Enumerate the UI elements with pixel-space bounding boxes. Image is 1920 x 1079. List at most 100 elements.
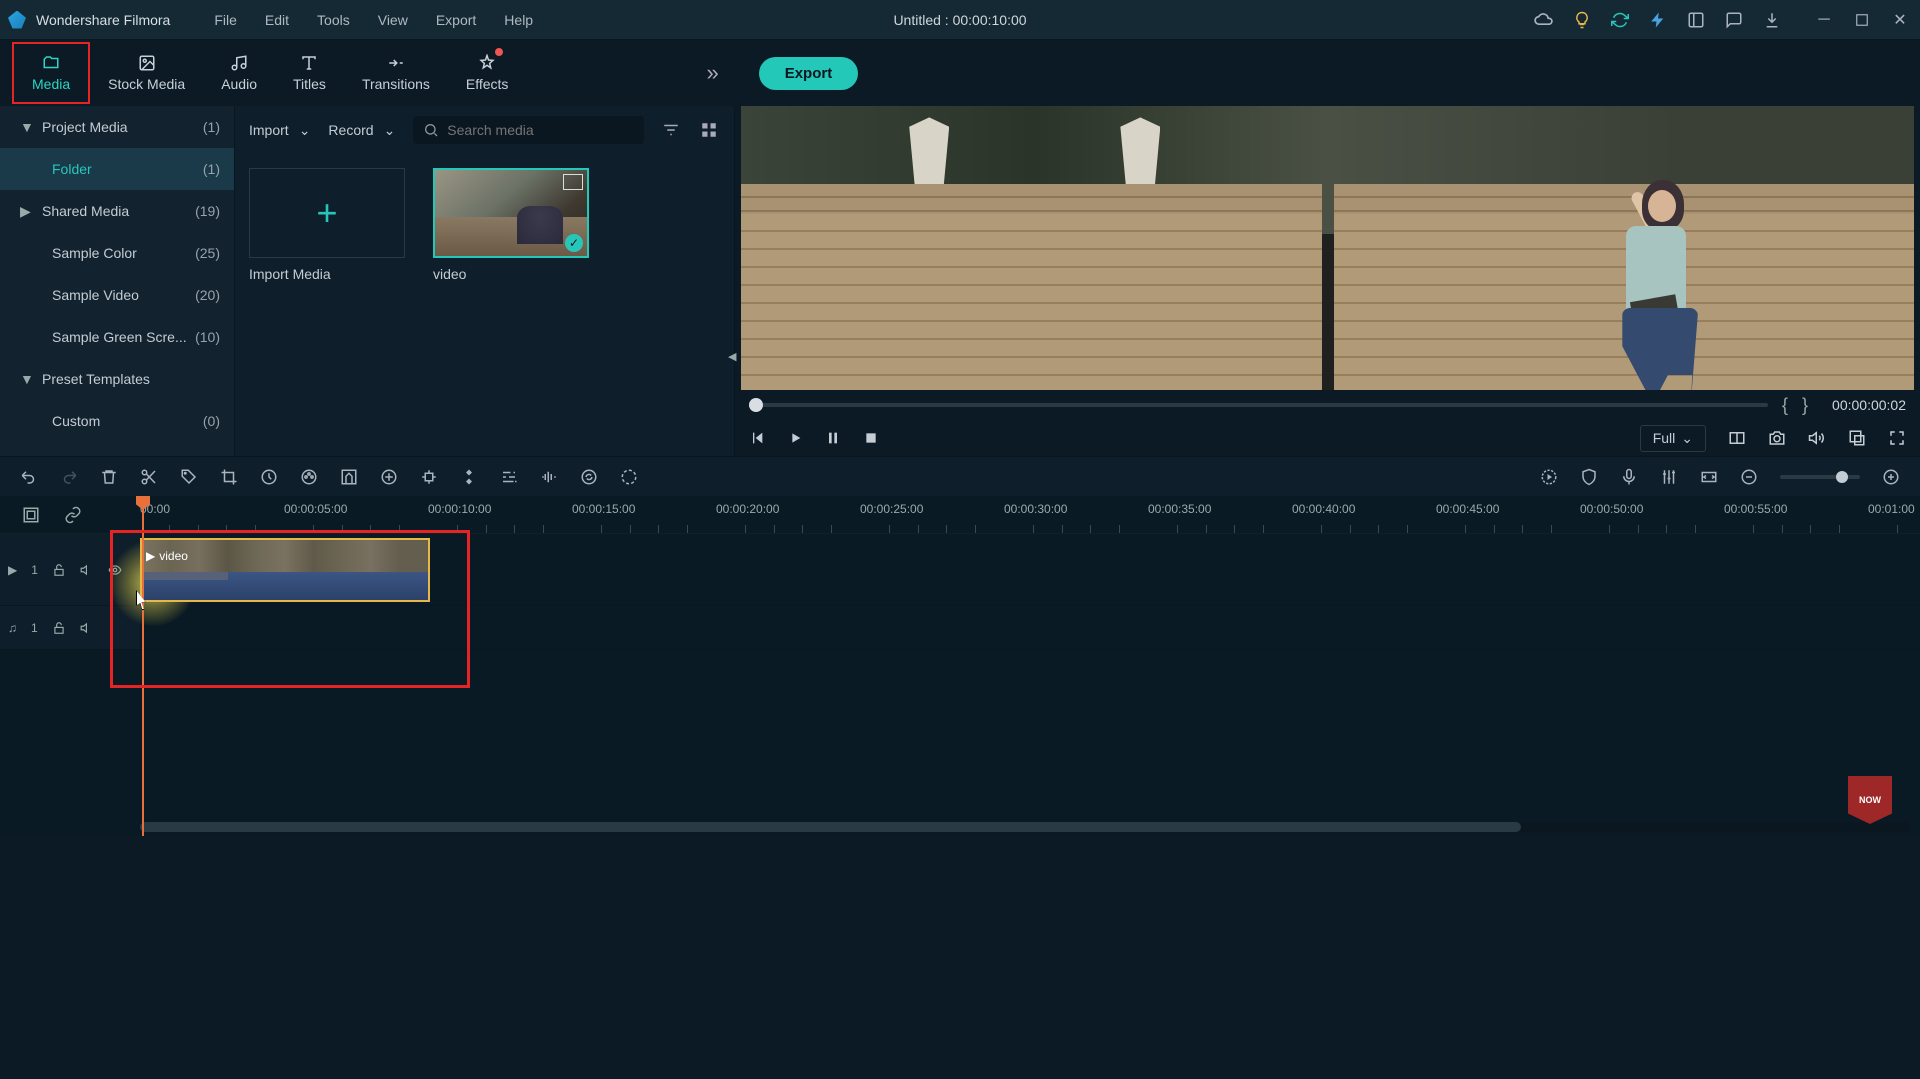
preview-viewport[interactable] — [741, 106, 1914, 390]
ruler-tick: 00:00:50:00 — [1580, 502, 1643, 516]
menu-help[interactable]: Help — [490, 12, 547, 28]
compare-icon[interactable] — [1728, 429, 1746, 447]
mic-icon[interactable] — [1620, 468, 1638, 486]
import-media-tile[interactable]: + Import Media — [249, 168, 405, 282]
mark-out-icon[interactable]: } — [1802, 395, 1808, 416]
menu-file[interactable]: File — [200, 12, 251, 28]
tab-media[interactable]: Media — [12, 42, 90, 104]
volume-icon[interactable] — [1808, 429, 1826, 447]
menu-view[interactable]: View — [364, 12, 422, 28]
window-icon[interactable] — [1684, 8, 1708, 32]
lock-icon[interactable] — [52, 563, 66, 577]
lightbulb-icon[interactable] — [1570, 8, 1594, 32]
minimize-icon[interactable]: ─ — [1812, 8, 1836, 32]
collapse-arrow-icon[interactable]: ◀ — [728, 350, 736, 363]
refresh-icon[interactable] — [1608, 8, 1632, 32]
delete-icon[interactable] — [100, 468, 118, 486]
timeline-clip-video[interactable]: ▶video — [140, 538, 430, 602]
snapshot-icon[interactable] — [1768, 429, 1786, 447]
audiowave-icon[interactable] — [540, 468, 558, 486]
mixer-icon[interactable] — [1660, 468, 1678, 486]
preview-timecode: 00:00:00:02 — [1832, 397, 1906, 413]
record-dropdown[interactable]: Record⌄ — [328, 122, 395, 139]
menu-tools[interactable]: Tools — [303, 12, 364, 28]
keyframe-tl-icon[interactable] — [380, 468, 398, 486]
close-icon[interactable]: ✕ — [1888, 8, 1912, 32]
sidebar-item-sample-video[interactable]: Sample Video (20) — [0, 274, 234, 316]
eye-icon[interactable] — [108, 563, 122, 577]
zoom-slider[interactable] — [1780, 475, 1860, 479]
titles-icon — [298, 54, 320, 72]
export-button[interactable]: Export — [759, 57, 859, 90]
grid-view-icon[interactable] — [700, 121, 720, 139]
crop-icon[interactable] — [220, 468, 238, 486]
preview-scrubber[interactable] — [749, 403, 1768, 407]
import-dropdown[interactable]: Import⌄ — [249, 122, 310, 139]
fullscreen-icon[interactable] — [1888, 429, 1906, 447]
ruler-tick: 00:00:45:00 — [1436, 502, 1499, 516]
menu-export[interactable]: Export — [422, 12, 490, 28]
sidebar-count: (20) — [195, 287, 220, 303]
zoom-in-icon[interactable] — [1882, 468, 1900, 486]
speed-tl-icon[interactable] — [260, 468, 278, 486]
cloud-icon[interactable] — [1532, 8, 1556, 32]
redo-icon[interactable] — [60, 468, 78, 486]
tag-icon[interactable] — [180, 468, 198, 486]
video-track-body[interactable]: ▶video — [140, 534, 1920, 605]
sidebar-item-project-media[interactable]: ▼ Project Media (1) — [0, 106, 234, 148]
tab-stock-media[interactable]: Stock Media — [90, 42, 203, 104]
adjust-icon[interactable] — [500, 468, 518, 486]
mute-icon[interactable] — [80, 621, 94, 635]
media-clip-video[interactable]: ✓ video — [433, 168, 589, 282]
sidebar-item-sample-color[interactable]: Sample Color (25) — [0, 232, 234, 274]
filter-icon[interactable] — [662, 121, 682, 139]
link-icon[interactable] — [64, 506, 82, 524]
timeline-scrollbar[interactable] — [140, 822, 1910, 832]
play-icon[interactable] — [787, 430, 803, 446]
greenscreen-icon[interactable] — [340, 468, 358, 486]
pause-icon[interactable] — [825, 430, 841, 446]
undo-icon[interactable] — [20, 468, 38, 486]
popout-icon[interactable] — [1848, 429, 1866, 447]
fit-icon[interactable] — [1700, 468, 1718, 486]
sidebar-item-all-templates[interactable]: All Templates (283) — [0, 442, 234, 456]
playhead[interactable] — [142, 496, 144, 836]
sidebar-item-folder[interactable]: Folder (1) — [0, 148, 234, 190]
tab-titles[interactable]: Titles — [275, 42, 344, 104]
download-icon[interactable] — [1760, 8, 1784, 32]
zoom-out-icon[interactable] — [1740, 468, 1758, 486]
tab-transitions[interactable]: Transitions — [344, 42, 448, 104]
audio-track-1: ♫ 1 — [0, 606, 1920, 650]
sync-icon[interactable] — [580, 468, 598, 486]
audio-track-body[interactable] — [140, 606, 1920, 649]
tab-audio[interactable]: Audio — [203, 42, 275, 104]
message-icon[interactable] — [1722, 8, 1746, 32]
search-media[interactable] — [413, 116, 644, 144]
check-icon: ✓ — [565, 234, 583, 252]
stop-icon[interactable] — [863, 430, 879, 446]
maximize-icon[interactable] — [1850, 8, 1874, 32]
track-manager-icon[interactable] — [22, 506, 40, 524]
color-icon[interactable] — [300, 468, 318, 486]
marker-icon[interactable] — [460, 468, 478, 486]
menu-edit[interactable]: Edit — [251, 12, 303, 28]
more-tabs-icon[interactable]: » — [706, 60, 718, 86]
render-icon[interactable] — [620, 468, 638, 486]
motion-icon[interactable] — [420, 468, 438, 486]
auto-icon[interactable] — [1540, 468, 1558, 486]
prev-frame-icon[interactable] — [749, 430, 765, 446]
mute-icon[interactable] — [80, 563, 94, 577]
split-icon[interactable] — [140, 468, 158, 486]
search-input[interactable] — [447, 122, 634, 138]
sidebar-item-preset-templates[interactable]: ▼ Preset Templates — [0, 358, 234, 400]
speed-icon[interactable] — [1646, 8, 1670, 32]
sidebar-item-sample-green[interactable]: Sample Green Scre... (10) — [0, 316, 234, 358]
timeline-ruler[interactable]: 00:0000:00:05:0000:00:10:0000:00:15:0000… — [140, 496, 1920, 533]
mark-in-icon[interactable]: { — [1782, 395, 1788, 416]
sidebar-item-custom[interactable]: Custom (0) — [0, 400, 234, 442]
tab-effects[interactable]: Effects — [448, 42, 527, 104]
sidebar-item-shared-media[interactable]: ▶ Shared Media (19) — [0, 190, 234, 232]
resolution-dropdown[interactable]: Full⌄ — [1640, 425, 1706, 452]
shield-icon[interactable] — [1580, 468, 1598, 486]
lock-icon[interactable] — [52, 621, 66, 635]
